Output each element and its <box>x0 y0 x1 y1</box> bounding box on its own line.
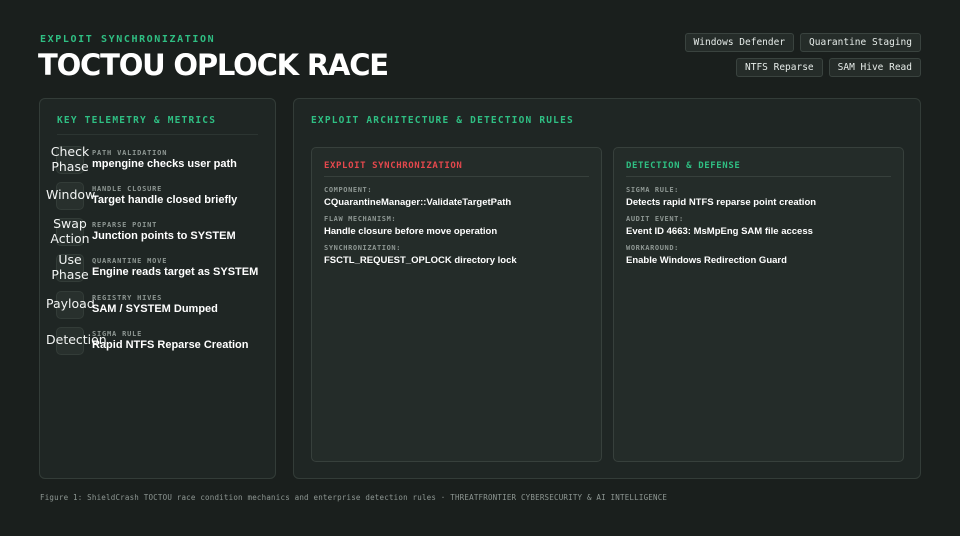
page-eyebrow: EXPLOIT SYNCHRONIZATION <box>40 34 216 45</box>
metric-value: Rapid NTFS Reparse Creation <box>92 339 249 351</box>
tag-list: Windows Defender Quarantine Staging NTFS… <box>621 33 921 77</box>
metric-label: REPARSE POINT <box>92 221 158 229</box>
entry-value: Enable Windows Redirection Guard <box>626 255 787 266</box>
metric-icon-label: Use Phase <box>51 252 89 282</box>
metric-value: Junction points to SYSTEM <box>92 230 236 242</box>
metric-label: PATH VALIDATION <box>92 149 168 157</box>
figure-caption: Figure 1: ShieldCrash TOCTOU race condit… <box>40 493 668 502</box>
page-title: TOCTOU OPLOCK RACE <box>38 48 389 82</box>
defense-card: DETECTION & DEFENSE SIGMA RULE: Detects … <box>613 147 904 462</box>
entry-value: Event ID 4663: MsMpEng SAM file access <box>626 226 813 237</box>
tag-ntfs-reparse: NTFS Reparse <box>736 58 823 77</box>
entry-label: SIGMA RULE: <box>626 186 679 194</box>
metric-label: QUARANTINE MOVE <box>92 257 168 265</box>
metric-label: SIGMA RULE <box>92 330 143 338</box>
metrics-divider <box>57 134 258 135</box>
metric-item: Window HANDLE CLOSURE Target handle clos… <box>46 181 266 211</box>
exploit-entry: FLAW MECHANISM: Handle closure before mo… <box>324 215 591 237</box>
entry-value: FSCTL_REQUEST_OPLOCK directory lock <box>324 255 517 266</box>
metric-value: SAM / SYSTEM Dumped <box>92 303 218 315</box>
metric-value: Target handle closed briefly <box>92 194 238 206</box>
entry-label: COMPONENT: <box>324 186 373 194</box>
entry-label: WORKAROUND: <box>626 244 679 252</box>
exploit-card-divider <box>324 176 589 177</box>
metric-value: mpengine checks user path <box>92 158 237 170</box>
metrics-panel: KEY TELEMETRY & METRICS Check Phase PATH… <box>39 98 276 479</box>
metric-label: HANDLE CLOSURE <box>92 185 163 193</box>
metric-icon-label: Window <box>46 187 96 202</box>
metric-item: Payload REGISTRY HIVES SAM / SYSTEM Dump… <box>46 290 266 320</box>
architecture-panel: EXPLOIT ARCHITECTURE & DETECTION RULES E… <box>293 98 921 479</box>
metric-value: Engine reads target as SYSTEM <box>92 266 259 278</box>
entry-value: Detects rapid NTFS reparse point creatio… <box>626 197 817 208</box>
defense-card-divider <box>626 176 891 177</box>
metric-icon-label: Payload <box>46 296 95 311</box>
metric-item: Use Phase QUARANTINE MOVE Engine reads t… <box>51 252 266 283</box>
architecture-panel-heading: EXPLOIT ARCHITECTURE & DETECTION RULES <box>311 115 574 126</box>
exploit-entry: COMPONENT: CQuarantineManager::ValidateT… <box>324 186 591 208</box>
metric-icon-label: Detection <box>46 332 107 347</box>
defense-entry: SIGMA RULE: Detects rapid NTFS reparse p… <box>626 186 893 208</box>
metric-icon-label: Check Phase <box>50 144 90 174</box>
entry-value: Handle closure before move operation <box>324 226 498 237</box>
entry-label: AUDIT EVENT: <box>626 215 684 223</box>
tag-windows-defender: Windows Defender <box>684 33 795 52</box>
tag-quarantine-staging: Quarantine Staging <box>800 33 921 52</box>
exploit-card: EXPLOIT SYNCHRONIZATION COMPONENT: CQuar… <box>311 147 602 462</box>
metric-item: Check Phase PATH VALIDATION mpengine che… <box>51 144 266 175</box>
metric-label: REGISTRY HIVES <box>92 294 163 302</box>
entry-label: FLAW MECHANISM: <box>324 215 397 223</box>
defense-entry: WORKAROUND: Enable Windows Redirection G… <box>626 244 893 266</box>
tag-sam-hive-read: SAM Hive Read <box>828 58 921 77</box>
exploit-card-heading: EXPLOIT SYNCHRONIZATION <box>324 161 463 171</box>
entry-value: CQuarantineManager::ValidateTargetPath <box>324 197 512 208</box>
metric-icon-label: Swap Action <box>50 216 90 246</box>
metric-item: Swap Action REPARSE POINT Junction point… <box>50 216 266 247</box>
entry-label: SYNCHRONIZATION: <box>324 244 402 252</box>
exploit-entry: SYNCHRONIZATION: FSCTL_REQUEST_OPLOCK di… <box>324 244 591 266</box>
metric-item: Detection SIGMA RULE Rapid NTFS Reparse … <box>46 326 266 356</box>
defense-entry: AUDIT EVENT: Event ID 4663: MsMpEng SAM … <box>626 215 893 237</box>
metrics-panel-heading: KEY TELEMETRY & METRICS <box>57 115 217 126</box>
defense-card-heading: DETECTION & DEFENSE <box>626 161 741 171</box>
